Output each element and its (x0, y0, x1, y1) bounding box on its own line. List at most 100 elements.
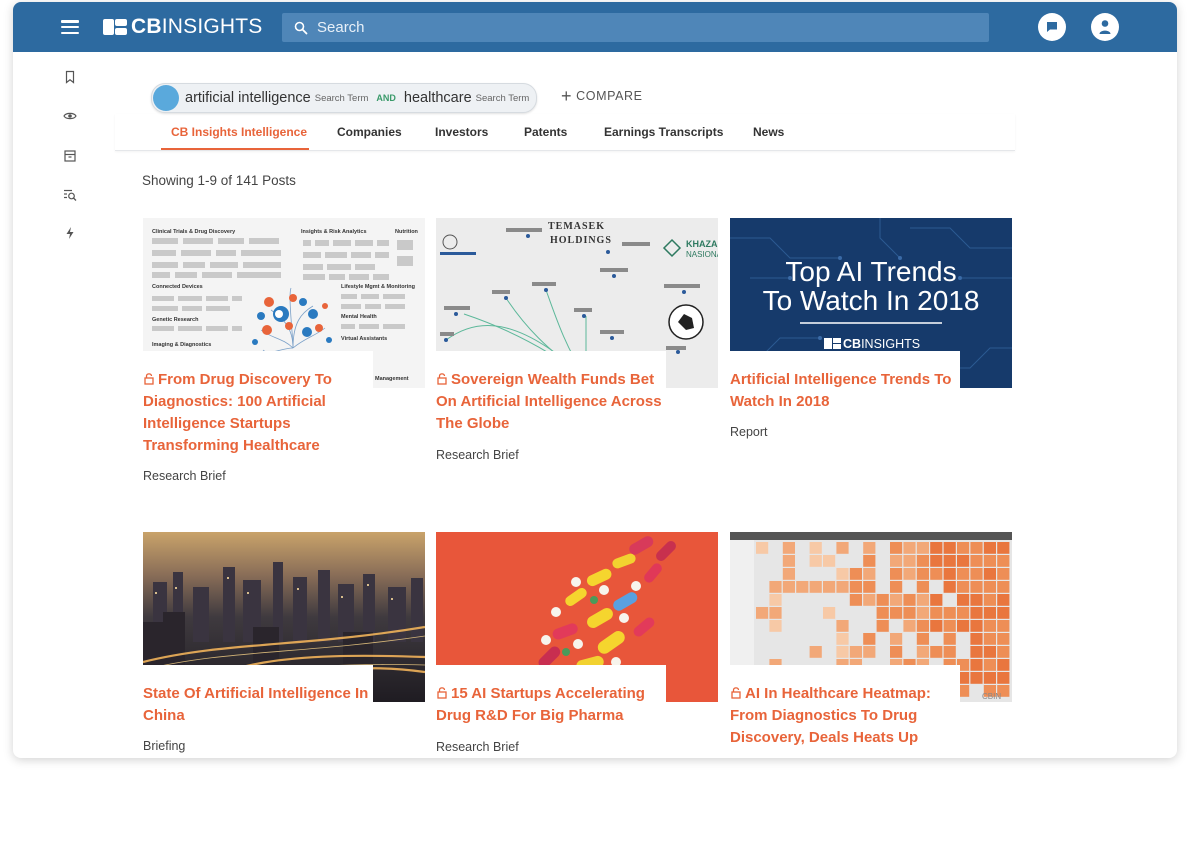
post-title[interactable]: Sovereign Wealth Funds Bet On Artificial… (436, 369, 676, 435)
cb-insights-logo[interactable]: CBINSIGHTS (103, 16, 263, 38)
post-title[interactable]: Artificial Intelligence Trends To Watch … (730, 369, 970, 413)
heatmap-cell (930, 555, 943, 567)
heatmap-cell (769, 607, 782, 619)
heatmap-cell (916, 555, 929, 567)
result-tabs: CB Insights Intelligence Companies Inves… (115, 114, 1015, 151)
heatmap-cell (876, 620, 889, 632)
chat-button[interactable] (1038, 13, 1066, 41)
map-header-9: Virtual Assistants (341, 336, 387, 342)
heatmap-cell (849, 594, 862, 606)
menu-icon[interactable] (61, 20, 79, 35)
post-title[interactable]: AI In Healthcare Heatmap: From Diagnosti… (730, 683, 970, 749)
heatmap-cell (836, 633, 849, 645)
heatmap-cell (997, 581, 1010, 593)
heatmap-cell (957, 607, 970, 619)
top-navigation-bar: CBINSIGHTS (13, 2, 1177, 52)
post-title[interactable]: State Of Artificial Intelligence In Chin… (143, 683, 383, 727)
heatmap-cell (983, 581, 996, 593)
heatmap-cell (997, 646, 1010, 658)
heatmap-cell (997, 659, 1010, 671)
heatmap-cell (769, 581, 782, 593)
heatmap-cell (809, 646, 822, 658)
heatmap-cell (997, 633, 1010, 645)
heatmap-cell (809, 542, 822, 554)
post-type: Research Brief (436, 448, 519, 462)
search-query-pill[interactable]: artificial intelligence Search Term AND … (151, 83, 537, 113)
compare-button[interactable]: + COMPARE (561, 86, 643, 106)
heatmap-cell (997, 568, 1010, 580)
heatmap-cell (849, 568, 862, 580)
user-icon (1099, 20, 1111, 34)
post-type: Research Brief (143, 469, 226, 483)
heatmap-cell (756, 542, 769, 554)
khazanah-label-1: KHAZAN (686, 239, 718, 249)
heatmap-cell (943, 607, 956, 619)
heatmap-cell (782, 542, 795, 554)
heatmap-cell (983, 555, 996, 567)
heatmap-cell (970, 594, 983, 606)
heatmap-cell (970, 581, 983, 593)
svg-text:CBINSIGHTS: CBINSIGHTS (843, 337, 920, 351)
heatmap-cell (930, 620, 943, 632)
search-input[interactable] (315, 18, 979, 37)
heatmap-cell (863, 594, 876, 606)
query-term-2[interactable]: healthcare (404, 90, 472, 106)
global-search-bar[interactable] (282, 13, 989, 42)
lock-icon (437, 373, 447, 385)
heatmap-cell (916, 568, 929, 580)
heatmap-cell (916, 607, 929, 619)
query-term-1[interactable]: artificial intelligence (185, 90, 311, 106)
query-operator[interactable]: AND (376, 93, 396, 103)
heatmap-cell (863, 581, 876, 593)
heatmap-cell (970, 659, 983, 671)
map-header-5: Lifestyle Mgmt & Monitoring (341, 284, 415, 290)
map-header-2: Insights & Risk Analytics (301, 229, 367, 235)
trends-brand-bold: CB (843, 337, 861, 351)
heatmap-cell (890, 594, 903, 606)
query-term-2-tag: Search Term (475, 92, 530, 104)
heatmap-cell (890, 633, 903, 645)
heatmap-cell (876, 594, 889, 606)
heatmap-cell (943, 581, 956, 593)
heatmap-cell (930, 568, 943, 580)
search-list-icon[interactable] (63, 188, 77, 202)
archive-icon[interactable] (63, 149, 77, 163)
tab-patents[interactable]: Patents (524, 125, 567, 139)
logo-mark-icon (103, 19, 127, 35)
lightning-icon[interactable] (63, 226, 77, 240)
post-title[interactable]: 15 AI Startups Accelerating Drug R&D For… (436, 683, 676, 727)
heatmap-cell (903, 555, 916, 567)
heatmap-cell (876, 607, 889, 619)
heatmap-cell (849, 646, 862, 658)
heatmap-cell (890, 555, 903, 567)
heatmap-cell (997, 620, 1010, 632)
heatmap-cell (943, 568, 956, 580)
bookmark-icon[interactable] (63, 70, 77, 84)
heatmap-cell (903, 620, 916, 632)
plus-icon: + (561, 86, 573, 106)
heatmap-cell (957, 568, 970, 580)
chat-icon (1047, 22, 1057, 32)
user-account-button[interactable] (1091, 13, 1119, 41)
heatmap-cell (983, 659, 996, 671)
heatmap-cell (957, 555, 970, 567)
tab-news[interactable]: News (753, 125, 784, 139)
heatmap-cell (782, 581, 795, 593)
tab-investors[interactable]: Investors (435, 125, 488, 139)
tab-earnings-transcripts[interactable]: Earnings Transcripts (604, 125, 723, 139)
post-title[interactable]: From Drug Discovery To Diagnostics: 100 … (143, 369, 383, 457)
map-header-6: Genetic Research (152, 317, 199, 323)
heatmap-cell (782, 568, 795, 580)
heatmap-cell (930, 646, 943, 658)
heatmap-cell (823, 607, 836, 619)
eye-icon[interactable] (63, 109, 77, 123)
results-count: Showing 1-9 of 141 Posts (142, 173, 296, 188)
heatmap-cell (997, 607, 1010, 619)
heatmap-cell (849, 581, 862, 593)
tab-companies[interactable]: Companies (337, 125, 402, 139)
tab-cb-insights-intelligence[interactable]: CB Insights Intelligence (171, 125, 307, 139)
heatmap-cell (997, 542, 1010, 554)
heatmap-cell (916, 620, 929, 632)
heatmap-cell (916, 581, 929, 593)
query-term-1-tag: Search Term (314, 92, 369, 104)
